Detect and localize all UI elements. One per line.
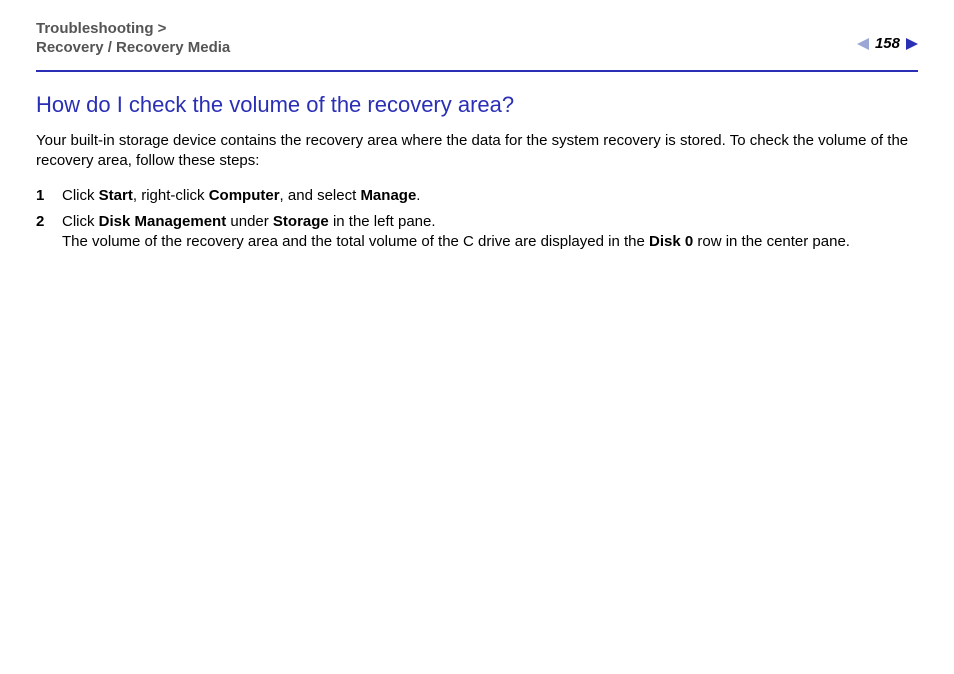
page-number: 158 <box>875 34 900 54</box>
step-item: Click Start, right-click Computer, and s… <box>36 186 918 206</box>
bold-text: Disk Management <box>99 213 227 230</box>
steps-list: Click Start, right-click Computer, and s… <box>36 186 918 253</box>
bold-text: Start <box>99 187 133 204</box>
step-line: Click Disk Management under Storage in t… <box>62 212 918 232</box>
header-divider <box>36 70 918 72</box>
text-run: , right-click <box>133 187 209 204</box>
breadcrumb-line-2: Recovery / Recovery Media <box>36 39 230 58</box>
text-run: in the left pane. <box>329 213 436 230</box>
step-item: Click Disk Management under Storage in t… <box>36 212 918 253</box>
breadcrumb-line-1: Troubleshooting > <box>36 20 230 39</box>
text-run: row in the center pane. <box>693 233 850 250</box>
step-line: Click Start, right-click Computer, and s… <box>62 186 918 206</box>
bold-text: Disk 0 <box>649 233 693 250</box>
page-navigation: 158 <box>857 34 918 54</box>
text-run: The volume of the recovery area and the … <box>62 233 649 250</box>
prev-page-icon[interactable] <box>857 38 869 50</box>
next-page-icon[interactable] <box>906 38 918 50</box>
text-run: Click <box>62 213 99 230</box>
text-run: Click <box>62 187 99 204</box>
text-run: under <box>226 213 273 230</box>
intro-paragraph: Your built-in storage device contains th… <box>36 131 918 172</box>
bold-text: Computer <box>209 187 280 204</box>
text-run: , and select <box>280 187 361 204</box>
step-subline: The volume of the recovery area and the … <box>62 232 918 252</box>
bold-text: Storage <box>273 213 329 230</box>
text-run: . <box>416 187 420 204</box>
bold-text: Manage <box>360 187 416 204</box>
breadcrumb: Troubleshooting > Recovery / Recovery Me… <box>36 20 230 58</box>
page-title: How do I check the volume of the recover… <box>36 90 918 120</box>
